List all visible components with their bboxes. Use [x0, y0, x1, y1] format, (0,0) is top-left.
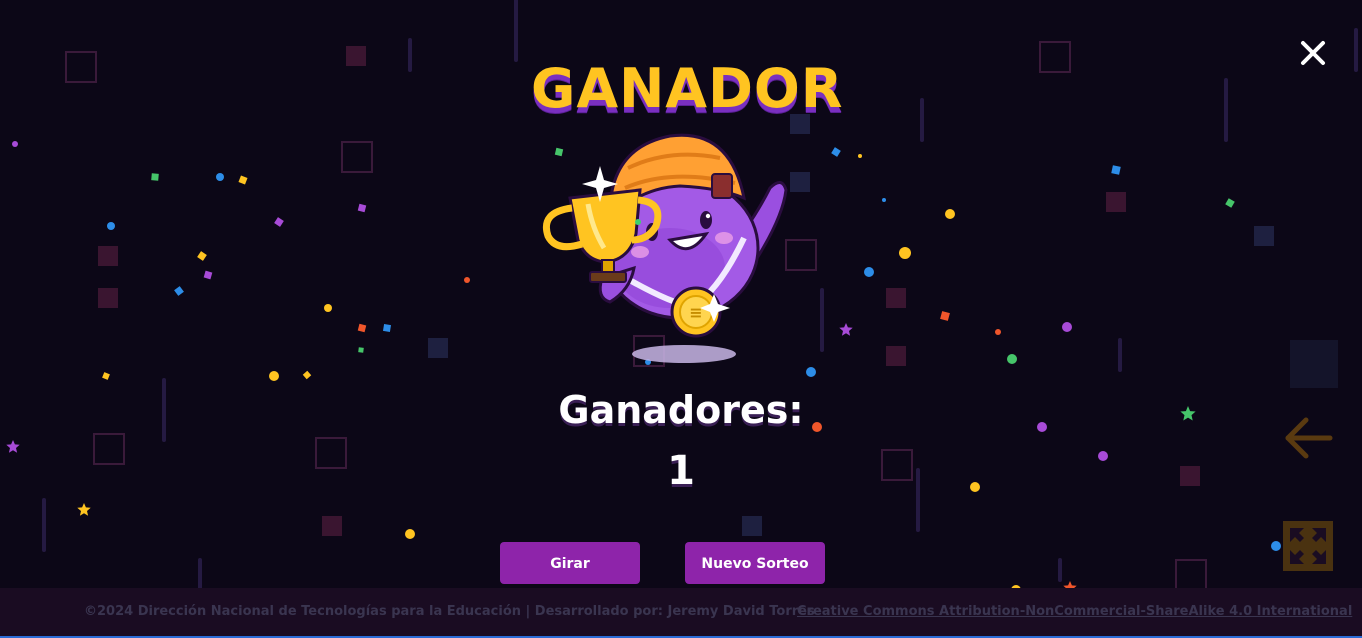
- confetti-piece: [216, 173, 224, 181]
- confetti-piece: [238, 175, 248, 185]
- confetti-piece: [995, 329, 1001, 335]
- confetti-piece: [839, 323, 853, 336]
- confetti-piece: [274, 217, 284, 227]
- fullscreen-icon: [1283, 521, 1333, 571]
- winners-count: 1: [667, 448, 695, 494]
- back-button[interactable]: [1280, 414, 1336, 462]
- confetti-piece: [102, 372, 110, 380]
- confetti-piece: [1271, 541, 1281, 551]
- confetti-piece: [858, 154, 862, 158]
- confetti-piece: [970, 482, 980, 492]
- confetti-piece: [382, 323, 392, 333]
- confetti-piece: [197, 251, 207, 261]
- confetti-piece: [357, 323, 367, 333]
- confetti-piece: [151, 173, 159, 181]
- footer: ©2024 Dirección Nacional de Tecnologías …: [0, 588, 1362, 638]
- confetti-piece: [940, 311, 950, 321]
- winner-title: GANADOR: [531, 57, 844, 120]
- confetti-piece: [77, 503, 91, 516]
- confetti-piece: [864, 267, 874, 277]
- confetti-piece: [464, 277, 470, 283]
- confetti-piece: [107, 222, 115, 230]
- mascot-trophy-illustration: ≡: [543, 133, 788, 363]
- spin-button[interactable]: Girar: [500, 542, 640, 584]
- confetti-piece: [1037, 422, 1047, 432]
- confetti-piece: [358, 347, 364, 353]
- confetti-piece: [1098, 451, 1108, 461]
- close-icon: [1301, 41, 1325, 65]
- winners-label: Ganadores:: [558, 388, 804, 432]
- confetti-piece: [324, 304, 332, 312]
- confetti-piece: [357, 203, 367, 213]
- confetti-piece: [174, 286, 184, 296]
- close-button[interactable]: [1296, 36, 1330, 70]
- confetti-piece: [1007, 354, 1017, 364]
- confetti-piece: [12, 141, 18, 147]
- confetti-piece: [405, 529, 415, 539]
- confetti-piece: [1225, 198, 1235, 208]
- confetti-piece: [1180, 406, 1196, 421]
- new-draw-button[interactable]: Nuevo Sorteo: [685, 542, 825, 584]
- confetti-piece: [945, 209, 955, 219]
- confetti-piece: [806, 367, 816, 377]
- license-link[interactable]: Creative Commons Attribution-NonCommerci…: [797, 604, 1352, 619]
- fullscreen-button[interactable]: [1282, 520, 1334, 572]
- confetti-piece: [831, 147, 841, 157]
- arrow-left-icon: [1285, 417, 1333, 459]
- confetti-piece: [6, 440, 20, 453]
- confetti-piece: [1062, 322, 1072, 332]
- confetti-piece: [882, 198, 886, 202]
- confetti-piece: [899, 247, 911, 259]
- confetti-piece: [269, 371, 279, 381]
- svg-text:≡: ≡: [689, 303, 702, 322]
- footer-credits: ©2024 Dirección Nacional de Tecnologías …: [84, 604, 815, 619]
- confetti-piece: [1111, 165, 1121, 175]
- confetti-piece: [302, 370, 312, 380]
- confetti-piece: [203, 270, 213, 280]
